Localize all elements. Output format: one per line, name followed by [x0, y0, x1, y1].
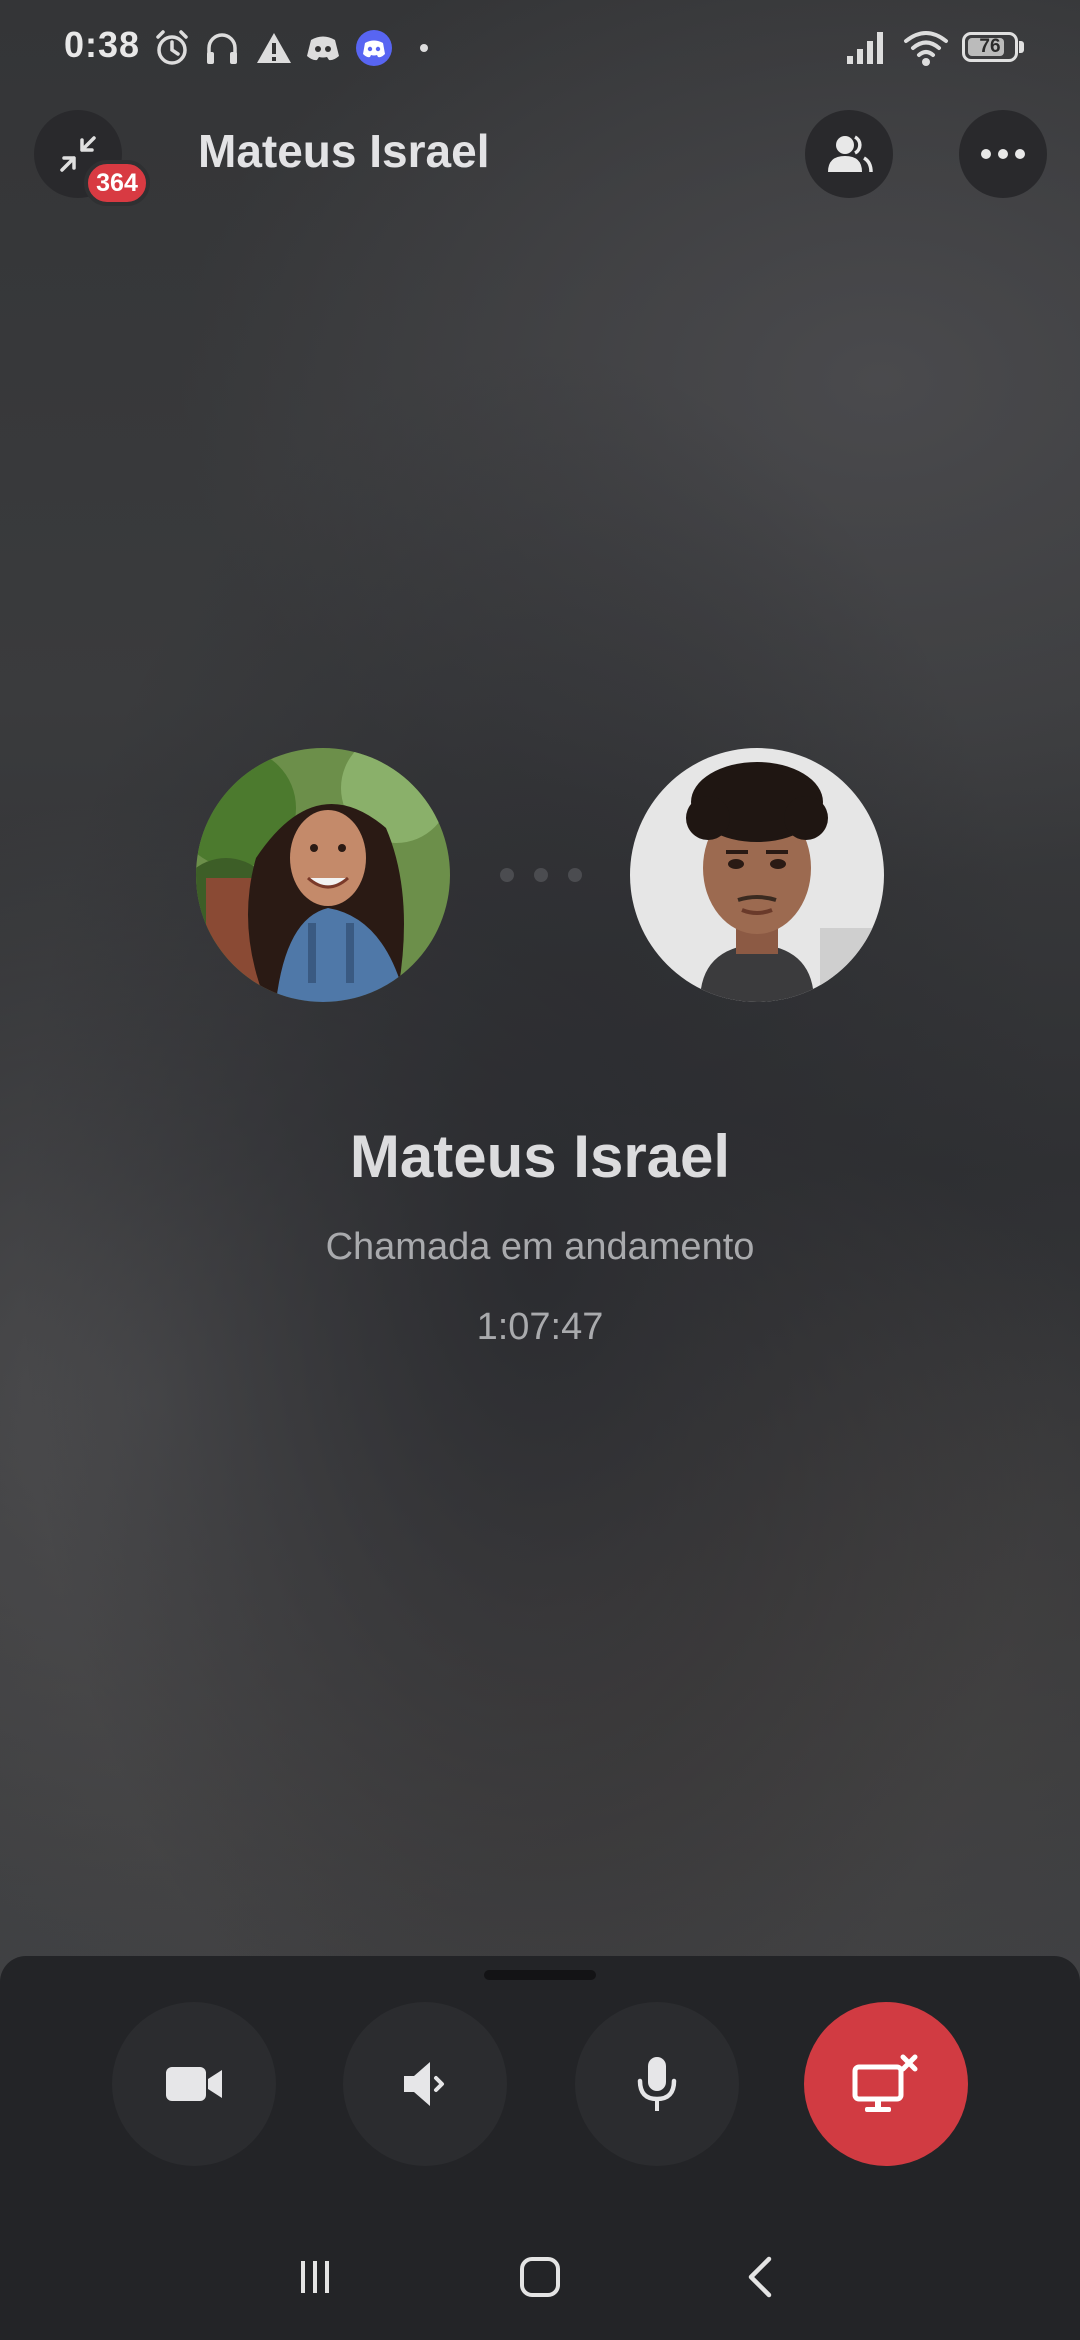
caller-name: Mateus Israel — [349, 1123, 731, 1190]
call-duration: 1:07:47 — [476, 1306, 604, 1348]
alarm-icon — [156, 30, 188, 65]
wifi-icon — [904, 31, 948, 66]
speaker-button[interactable] — [343, 2002, 507, 2166]
discord-app-icon — [356, 30, 392, 66]
microphone-button[interactable] — [575, 2002, 739, 2166]
connecting-dots — [500, 868, 584, 884]
battery-level: 76 — [979, 36, 1001, 57]
participants-button[interactable] — [805, 110, 893, 198]
unread-badge: 364 — [84, 160, 150, 206]
end-screenshare-button[interactable] — [804, 2002, 968, 2166]
home-button[interactable] — [505, 2242, 575, 2312]
participant-avatar-woman[interactable] — [196, 748, 450, 1002]
toggle-video-button[interactable] — [112, 2002, 276, 2166]
notification-dot — [420, 44, 428, 52]
page-title: Mateus Israel — [198, 125, 490, 177]
video-camera-icon — [166, 2067, 222, 2101]
warning-icon — [257, 33, 291, 63]
microphone-icon — [637, 2057, 677, 2111]
speaker-icon — [404, 2062, 444, 2106]
participants-icon — [828, 135, 873, 173]
back-icon — [748, 2256, 772, 2298]
signal-icon — [847, 32, 883, 64]
recents-icon — [301, 2261, 329, 2293]
back-button[interactable] — [726, 2242, 796, 2312]
system-nav-bar — [0, 2220, 1080, 2340]
battery-icon: 76 — [962, 32, 1018, 62]
sheet-drag-handle[interactable] — [484, 1970, 596, 1980]
headset-icon — [207, 33, 237, 64]
recents-button[interactable] — [280, 2242, 350, 2312]
end-screenshare-icon — [852, 2054, 918, 2112]
call-status: Chamada em andamento — [325, 1226, 755, 1268]
home-icon — [520, 2257, 560, 2297]
more-options-icon — [981, 149, 1025, 159]
more-options-button[interactable] — [959, 110, 1047, 198]
participant-avatar-man[interactable] — [630, 748, 884, 1002]
status-bar: 0:38 76 — [0, 0, 1080, 96]
status-time: 0:38 — [64, 24, 141, 65]
discord-icon — [307, 36, 339, 61]
